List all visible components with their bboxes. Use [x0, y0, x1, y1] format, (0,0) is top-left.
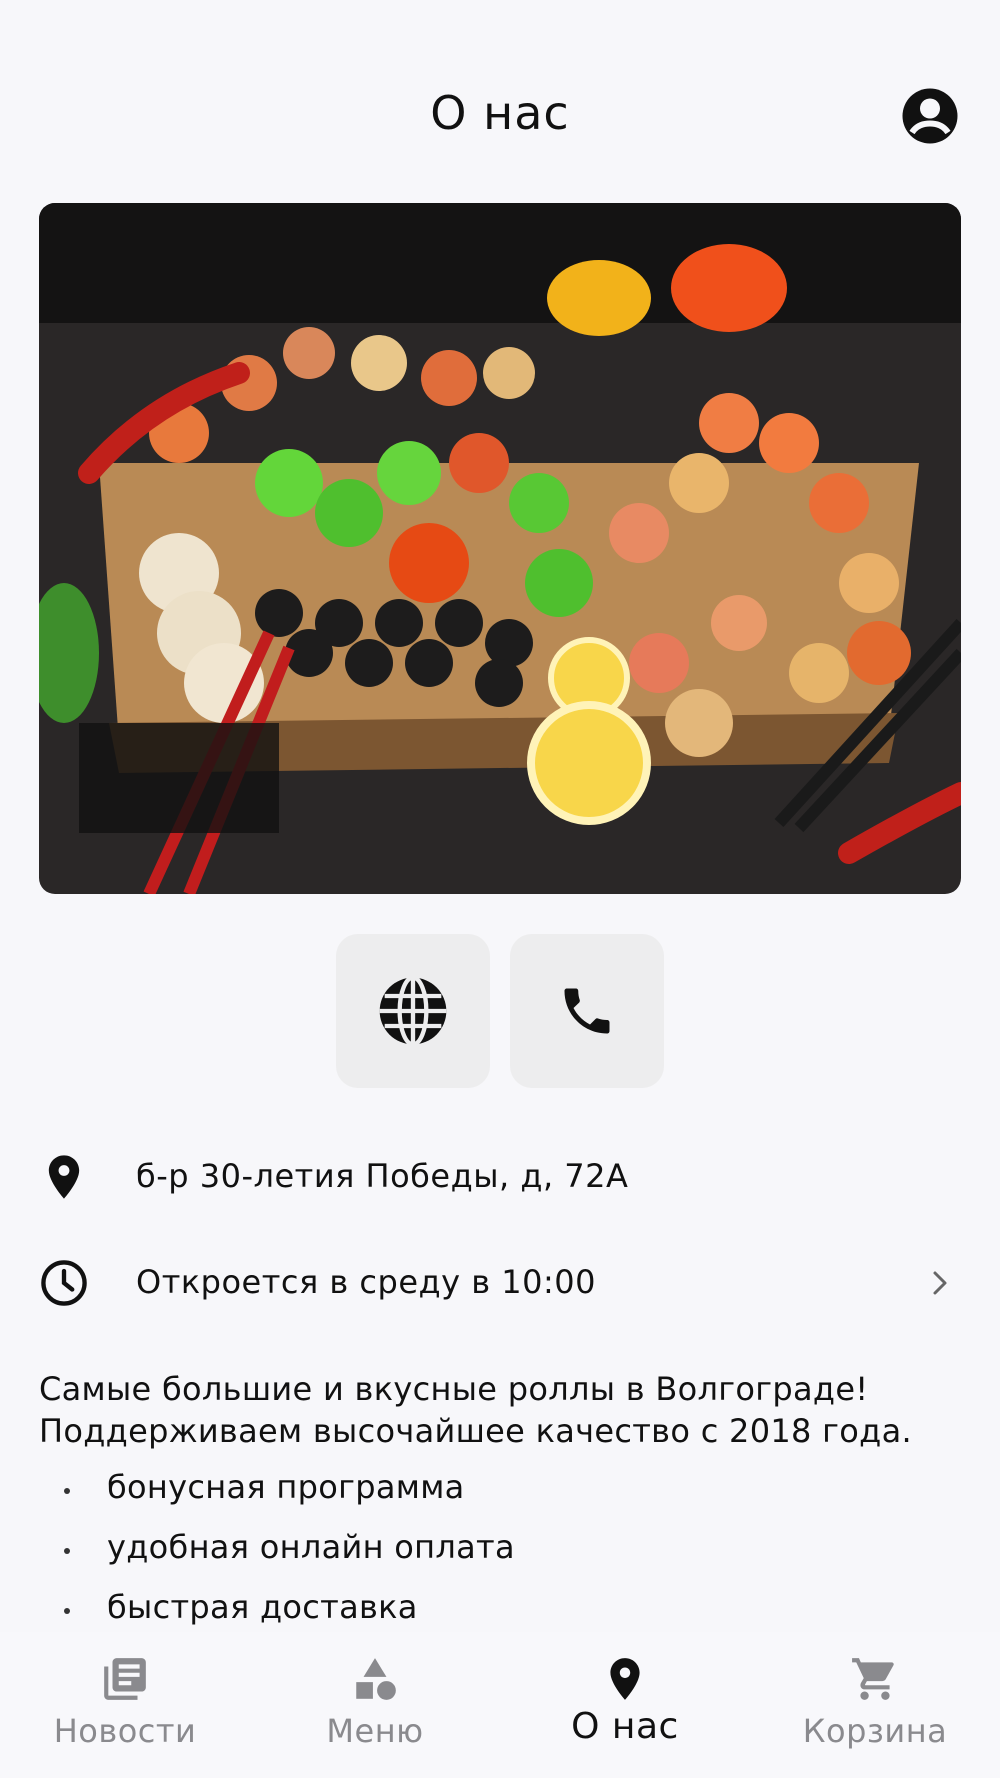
features-list: бонусная программа удобная онлайн оплата…	[0, 1462, 1000, 1642]
list-item-text: удобная онлайн оплата	[107, 1528, 515, 1566]
page-title: О нас	[430, 86, 570, 140]
list-item: удобная онлайн оплата	[0, 1522, 1000, 1582]
shapes-icon	[356, 1658, 396, 1700]
nav-item-news[interactable]: Новости	[0, 1632, 250, 1778]
address-text: б-р 30-летия Победы, д, 72А	[136, 1157, 629, 1195]
cart-icon	[852, 1658, 894, 1700]
hero-image	[39, 203, 961, 894]
description-line-2: Поддерживаем высочайшее качество с 2018 …	[39, 1412, 912, 1450]
chevron-right-icon	[933, 1271, 947, 1295]
nav-item-menu[interactable]: Меню	[250, 1632, 500, 1778]
sushi-platter-photo	[39, 203, 961, 894]
clock-icon	[41, 1260, 87, 1306]
bullet-dot	[64, 1608, 70, 1614]
nav-label-menu: Меню	[326, 1712, 424, 1750]
nav-item-about[interactable]: О нас	[500, 1632, 750, 1778]
list-item: бонусная программа	[0, 1462, 1000, 1522]
globe-icon	[379, 975, 447, 1047]
app-header: О нас	[0, 0, 1000, 200]
phone-icon	[564, 988, 610, 1034]
bottom-navigation: Новости Меню О нас Корзина	[0, 1632, 1000, 1778]
hours-row[interactable]: Откроется в среду в 10:00	[0, 1243, 1000, 1323]
list-item-text: бонусная программа	[107, 1468, 465, 1506]
profile-button[interactable]	[900, 86, 960, 146]
news-icon	[104, 1658, 146, 1700]
hours-text: Откроется в среду в 10:00	[136, 1263, 596, 1301]
website-button[interactable]	[336, 934, 490, 1088]
nav-label-news: Новости	[53, 1712, 197, 1750]
call-button[interactable]	[510, 934, 664, 1088]
list-item-text: быстрая доставка	[107, 1588, 418, 1626]
bullet-dot	[64, 1488, 70, 1494]
location-pin-icon	[48, 1155, 80, 1199]
account-circle-icon	[902, 88, 958, 144]
nav-label-cart: Корзина	[802, 1712, 948, 1750]
address-row: б-р 30-летия Победы, д, 72А	[0, 1137, 1000, 1217]
location-pin-icon	[610, 1658, 640, 1700]
nav-item-cart[interactable]: Корзина	[750, 1632, 1000, 1778]
description-line-1: Самые большие и вкусные роллы в Волгогра…	[39, 1370, 869, 1408]
nav-label-about: О нас	[571, 1706, 679, 1747]
bullet-dot	[64, 1548, 70, 1554]
description: Самые большие и вкусные роллы в Волгогра…	[39, 1368, 969, 1452]
